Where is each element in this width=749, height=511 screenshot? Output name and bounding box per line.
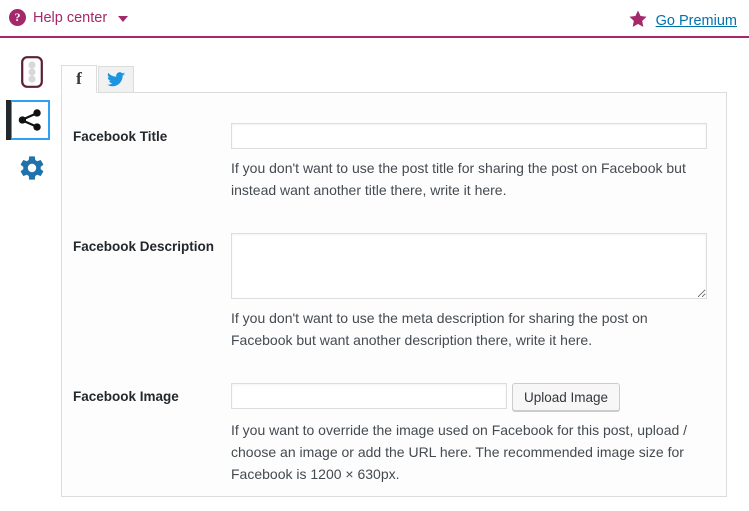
top-bar: ? Help center Go Premium xyxy=(0,0,749,38)
tab-twitter[interactable] xyxy=(98,66,134,93)
facebook-image-input[interactable] xyxy=(231,383,507,409)
star-icon xyxy=(628,9,648,32)
facebook-description-textarea[interactable] xyxy=(231,233,707,299)
question-mark-circle-icon: ? xyxy=(9,9,26,26)
go-premium-label[interactable]: Go Premium xyxy=(656,13,737,29)
social-network-tabs: f xyxy=(61,65,135,93)
facebook-image-help: If you want to override the image used o… xyxy=(231,422,688,482)
share-icon xyxy=(18,109,41,131)
seo-traffic-light-icon xyxy=(21,56,43,88)
chevron-down-icon[interactable] xyxy=(118,15,129,22)
facebook-description-field-group: If you don't want to use the meta descri… xyxy=(231,233,713,351)
help-center-label: Help center xyxy=(33,9,108,26)
facebook-title-help: If you don't want to use the post title … xyxy=(231,160,686,198)
sidebar-item-settings[interactable] xyxy=(12,148,52,188)
go-premium-link[interactable]: Go Premium xyxy=(628,9,737,32)
facebook-image-label: Facebook Image xyxy=(73,389,179,404)
gear-icon xyxy=(20,156,44,180)
facebook-title-label: Facebook Title xyxy=(73,129,168,144)
upload-image-button[interactable]: Upload Image xyxy=(512,383,621,411)
facebook-title-input[interactable] xyxy=(231,123,707,149)
twitter-bird-icon xyxy=(106,72,125,87)
facebook-icon: f xyxy=(76,69,82,88)
help-center-menu[interactable]: ? Help center xyxy=(9,9,129,26)
facebook-description-help: If you don't want to use the meta descri… xyxy=(231,310,648,348)
facebook-title-field-group: If you don't want to use the post title … xyxy=(231,123,713,201)
tab-facebook[interactable]: f xyxy=(61,65,97,93)
facebook-description-label: Facebook Description xyxy=(73,239,215,254)
sidebar-icon-rail xyxy=(0,52,56,196)
facebook-image-input-group: Upload Image xyxy=(231,383,713,411)
sidebar-item-social[interactable] xyxy=(6,100,50,140)
social-settings-panel: Facebook Title If you don't want to use … xyxy=(61,92,727,497)
facebook-image-field-group: Upload Image If you want to override the… xyxy=(231,383,713,485)
sidebar-item-seo-analysis[interactable] xyxy=(12,52,52,92)
